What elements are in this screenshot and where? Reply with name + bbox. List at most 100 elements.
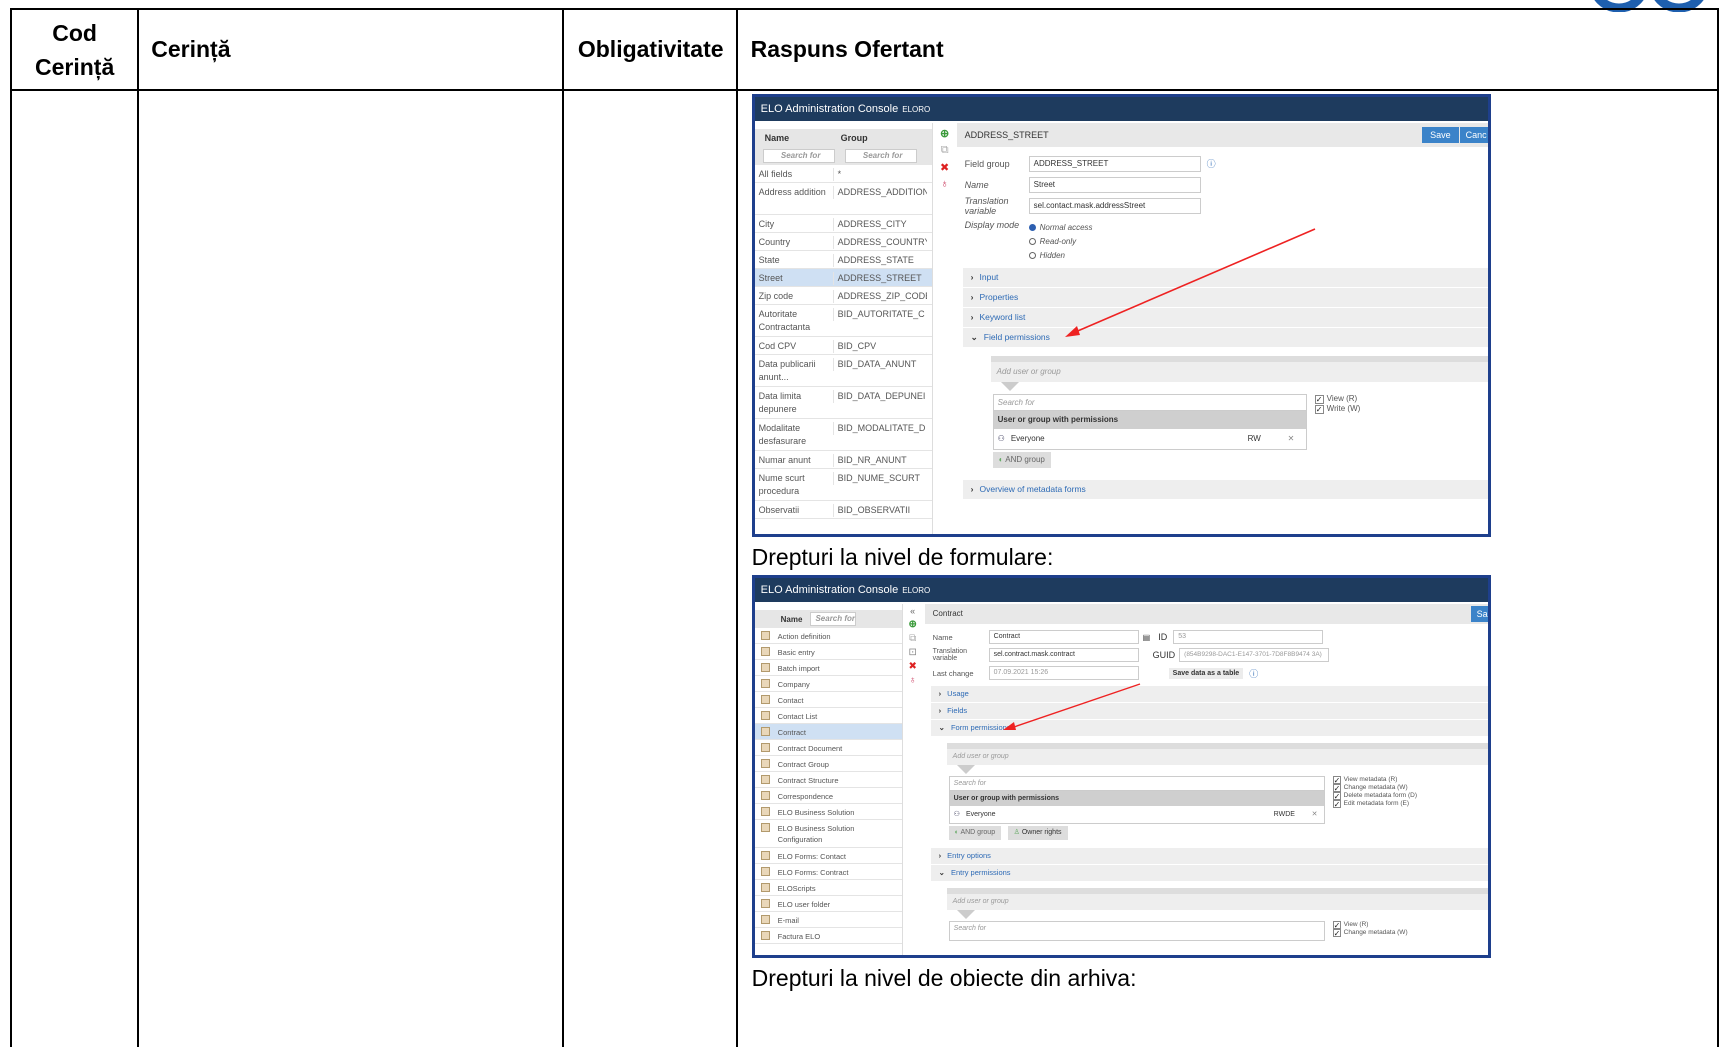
permission-rights: RW	[1247, 434, 1261, 443]
name-search-input[interactable]: Search for	[762, 149, 835, 163]
form-save-button[interactable]: Sa	[1470, 606, 1488, 622]
radio-hidden[interactable]: Hidden	[1028, 248, 1093, 262]
copy-form-icon[interactable]: ⧉	[909, 633, 916, 644]
export-icon[interactable]: ♁	[941, 178, 949, 190]
list-item[interactable]: All fields *	[754, 165, 932, 183]
list-item[interactable]: ELO user folder	[754, 896, 902, 912]
form-name-input[interactable]: Contract	[988, 630, 1139, 644]
form-permissions-search[interactable]: Search for	[949, 777, 1324, 791]
list-item[interactable]: ELO Forms: Contract	[754, 864, 902, 880]
form-detail-title: Contract	[932, 609, 963, 618]
list-item[interactable]: Numar anunt BID_NR_ANUNT	[754, 451, 932, 469]
form-translation-input[interactable]: sel.contract.mask.contract	[988, 648, 1139, 662]
section-keyword-list[interactable]: › Keyword list	[962, 308, 1488, 327]
section-input[interactable]: › Input	[962, 268, 1488, 287]
list-item[interactable]: Country ADDRESS_COUNTRY	[754, 233, 932, 251]
checkbox-view-metadata[interactable]: ✓ View metadata (R)	[1332, 776, 1417, 785]
add-icon[interactable]: ⊕	[940, 127, 949, 140]
list-item[interactable]: Data publicarii anunt... BID_DATA_ANUNT	[754, 355, 932, 387]
list-item[interactable]: E-mail	[754, 912, 902, 928]
remove-permission-icon[interactable]: ✕	[1288, 429, 1295, 449]
checkbox-delete-metadata-form[interactable]: ✓ Delete metadata form (D)	[1332, 792, 1417, 801]
list-item[interactable]: Contract	[754, 724, 902, 740]
list-item[interactable]: Contact	[754, 692, 902, 708]
document-page: Cod Cerință Cerință Obligativitate Raspu…	[0, 0, 1719, 1047]
translation-input[interactable]: sel.contact.mask.addressStreet	[1028, 197, 1201, 214]
entry-checkbox-view[interactable]: ✓ View (R)	[1332, 921, 1408, 930]
add-user-input[interactable]: Add user or group	[990, 356, 1488, 382]
form-add-user-input[interactable]: Add user or group	[946, 743, 1488, 765]
entry-add-user-input[interactable]: Add user or group	[946, 888, 1488, 910]
list-item[interactable]: Zip code ADDRESS_ZIP_CODE	[754, 287, 932, 305]
entry-checkbox-change-metadata[interactable]: ✓ Change metadata (W)	[1332, 929, 1408, 938]
list-item[interactable]: City ADDRESS_CITY	[754, 215, 932, 233]
list-item[interactable]: Modalitate desfasurare BID_MODALITATE_D	[754, 419, 932, 451]
delete-icon[interactable]: ✖	[940, 161, 949, 174]
list-item[interactable]: Observatii BID_OBSERVATII	[754, 501, 932, 519]
cancel-button[interactable]: Canc	[1459, 127, 1488, 143]
field-group-input[interactable]: ADDRESS_STREET	[1028, 155, 1201, 172]
section-entry-permissions[interactable]: ⌄ Entry permissions	[930, 865, 1488, 881]
section-entry-options[interactable]: › Entry options	[930, 848, 1488, 864]
form-remove-permission-icon[interactable]: ✕	[1312, 806, 1318, 823]
list-item[interactable]: Contract Document	[754, 740, 902, 756]
section-overview-forms[interactable]: › Overview of metadata forms	[962, 480, 1488, 499]
list-item-name: Observatii	[758, 505, 800, 515]
list-item[interactable]: Autoritate Contractanta BID_AUTORITATE_C	[754, 305, 932, 337]
name-input[interactable]: Street	[1028, 176, 1201, 193]
section-properties[interactable]: › Properties	[962, 288, 1488, 307]
list-item[interactable]: Basic entry	[754, 644, 902, 660]
form-icon	[760, 823, 770, 832]
form-icon	[760, 727, 770, 736]
checkbox-view[interactable]: ✓ View (R)	[1314, 394, 1361, 404]
list-item[interactable]: ELOScripts	[754, 880, 902, 896]
list-item[interactable]: Contact List	[754, 708, 902, 724]
list-item[interactable]: Data limita depunere BID_DATA_DEPUNEI	[754, 387, 932, 419]
list-item[interactable]: Cod CPV BID_CPV	[754, 337, 932, 355]
list-item[interactable]: Company	[754, 676, 902, 692]
list-item[interactable]: ELO Business Solution Configuration	[754, 820, 902, 848]
collapse-icon[interactable]: «	[910, 606, 915, 616]
section-fields[interactable]: › Fields	[930, 703, 1488, 719]
delete-form-icon[interactable]: ✖	[908, 661, 916, 672]
radio-normal-access[interactable]: Normal access	[1028, 220, 1093, 234]
checkbox-write[interactable]: ✓ Write (W)	[1314, 404, 1360, 414]
list-item[interactable]: Batch import	[754, 660, 902, 676]
list-item[interactable]: Nume scurt procedura BID_NUME_SCURT	[754, 469, 932, 501]
section-usage[interactable]: › Usage	[930, 686, 1488, 702]
list-item[interactable]: Address addition ADDRESS_ADDITION	[754, 183, 932, 215]
save-table-button[interactable]: Save data as a table	[1168, 667, 1244, 679]
radio-read-only[interactable]: Read-only	[1028, 234, 1093, 248]
and-group-button[interactable]: ◐ AND group	[992, 452, 1051, 468]
list-item[interactable]: Factura ELO	[754, 928, 902, 944]
form-name-edit-icon[interactable]: ▤	[1143, 633, 1151, 642]
info-icon[interactable]: ⓘ	[1207, 157, 1216, 170]
entry-permissions-search[interactable]: Search for	[950, 922, 1324, 936]
section-form-permissions[interactable]: ⌄ Form permissions	[930, 720, 1488, 736]
owner-rights-button[interactable]: ♙ Owner rights	[1007, 826, 1068, 840]
list-item[interactable]: ELO Business Solution	[754, 804, 902, 820]
form-and-group-button[interactable]: ◐ AND group	[948, 826, 1002, 840]
list-item[interactable]: Contract Structure	[754, 772, 902, 788]
form-info-icon[interactable]: ⓘ	[1249, 667, 1258, 680]
list-item[interactable]: Action definition	[754, 628, 902, 644]
checkbox-edit-metadata-form[interactable]: ✓ Edit metadata form (E)	[1332, 800, 1417, 809]
permissions-search-input[interactable]: Search for	[993, 395, 1306, 411]
list-item[interactable]: ELO Forms: Contact	[754, 848, 902, 864]
export-form-icon[interactable]: ♁	[909, 675, 917, 686]
list-item[interactable]: Street ADDRESS_STREET	[754, 269, 932, 287]
form-search-input[interactable]: Search for	[810, 612, 857, 626]
list-item[interactable]: Contract Group	[754, 756, 902, 772]
add-form-icon[interactable]: ⊕	[908, 619, 916, 630]
group-search-input[interactable]: Search for	[844, 149, 917, 163]
lock-icon[interactable]: ⊡	[908, 647, 916, 658]
list-item[interactable]: Correspondence	[754, 788, 902, 804]
section-field-permissions[interactable]: ⌄ Field permissions	[962, 328, 1488, 347]
permission-row-everyone[interactable]: ⚇ Everyone RW ✕	[994, 429, 1306, 449]
checkbox-change-metadata[interactable]: ✓ Change metadata (W)	[1332, 784, 1417, 793]
save-button[interactable]: Save	[1422, 127, 1459, 143]
form-permission-row-everyone[interactable]: ⚇ Everyone RWDE ✕	[950, 806, 1324, 823]
copy-icon[interactable]: ⧉	[941, 144, 949, 157]
field-toolbar: ⊕ ⧉ ✖ ♁	[935, 127, 955, 190]
list-item[interactable]: State ADDRESS_STATE	[754, 251, 932, 269]
